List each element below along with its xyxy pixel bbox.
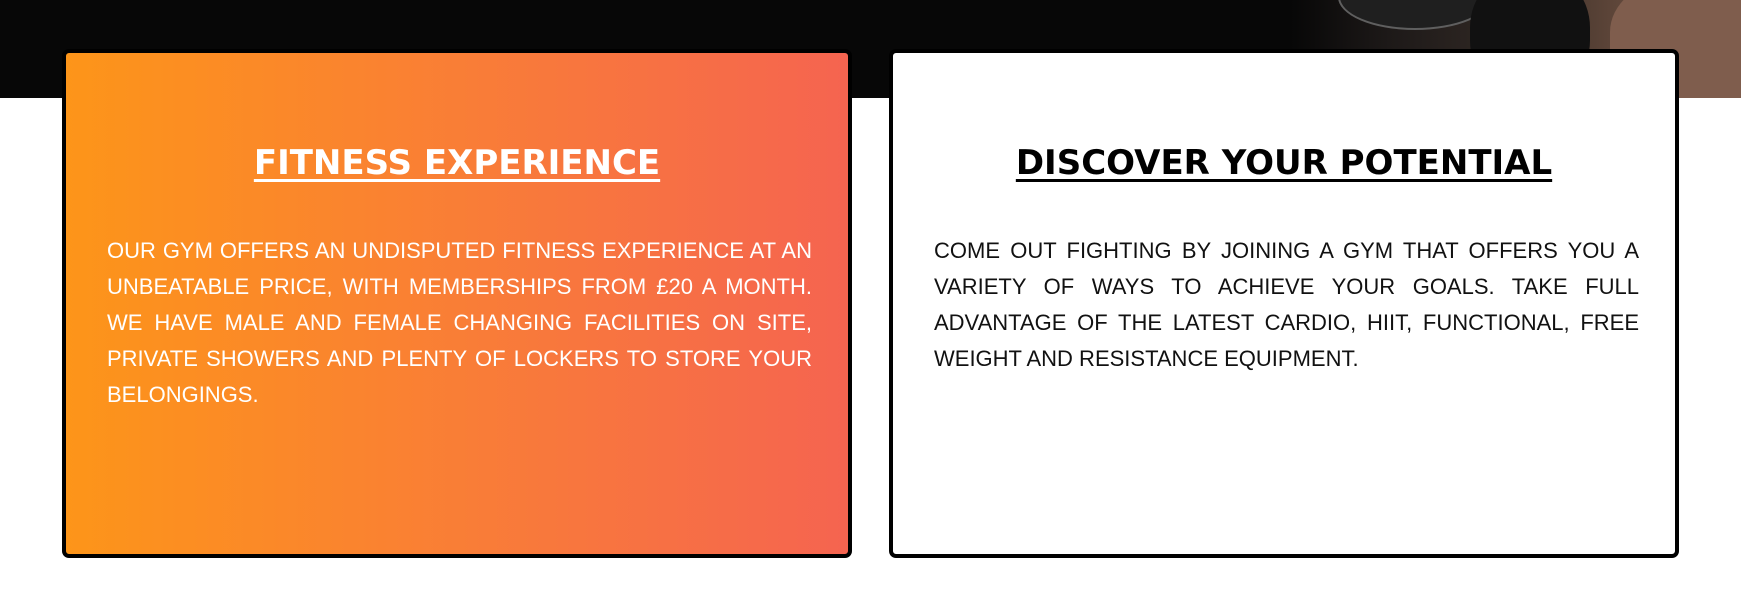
discover-potential-title: DISCOVER YOUR POTENTIAL <box>1015 143 1553 183</box>
fitness-experience-title: FITNESS EXPERIENCE <box>253 143 661 183</box>
discover-potential-card: DISCOVER YOUR POTENTIAL COME OUT FIGHTIN… <box>889 49 1679 558</box>
fitness-experience-card: FITNESS EXPERIENCE OUR GYM OFFERS AN UND… <box>62 49 852 558</box>
discover-potential-description: COME OUT FIGHTING BY JOINING A GYM THAT … <box>934 238 1639 371</box>
fitness-experience-description: OUR GYM OFFERS AN UNDISPUTED FITNESS EXP… <box>107 238 812 407</box>
athlete-shoulder-shape <box>1338 0 1492 30</box>
